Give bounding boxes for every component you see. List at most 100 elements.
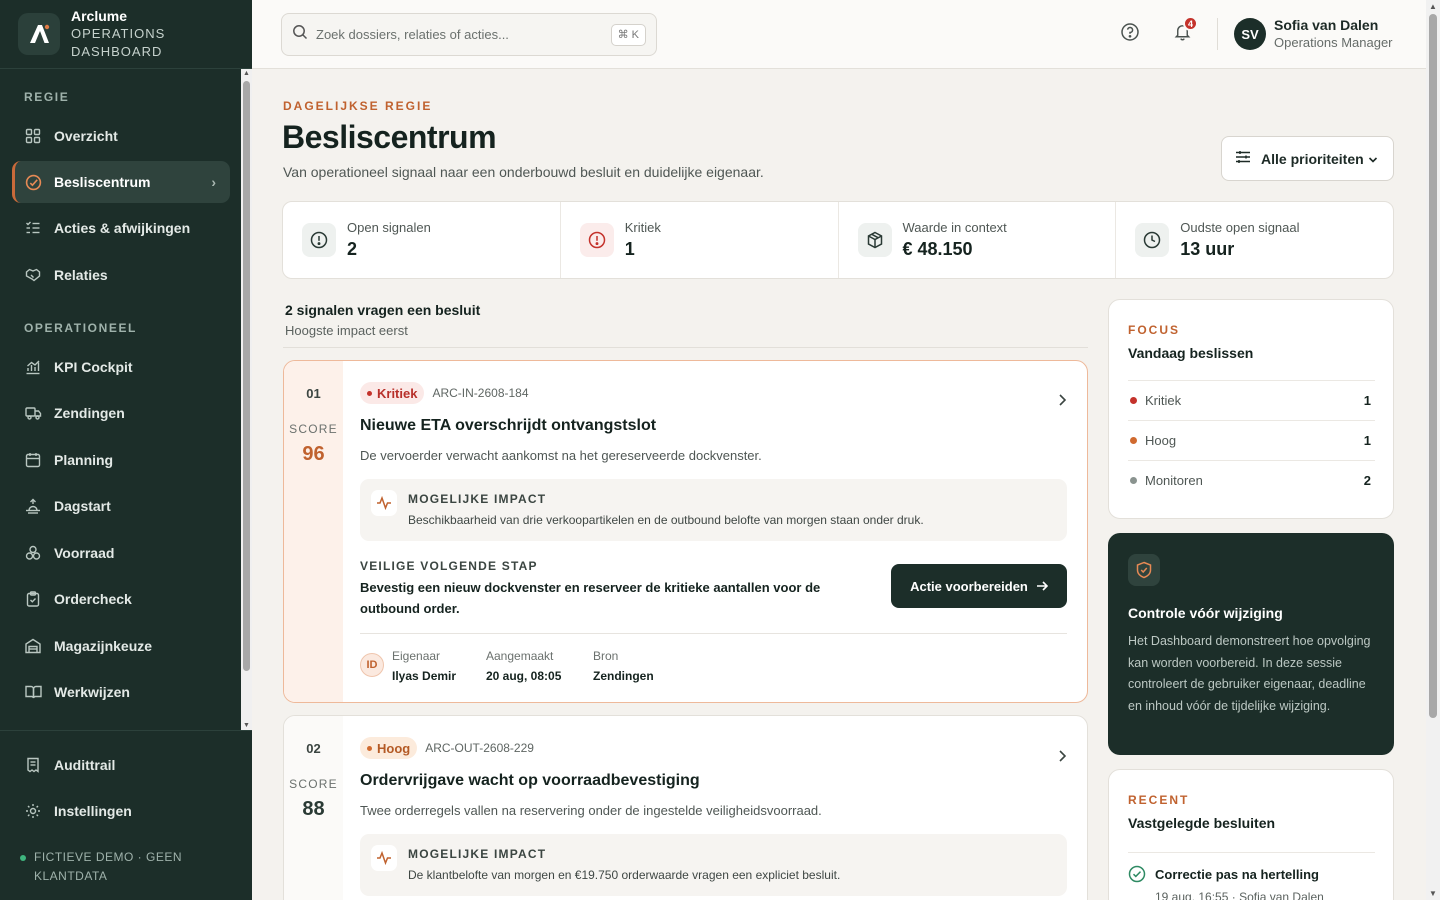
boxes-icon (24, 544, 42, 562)
kpi-strip: Open signalen 2 Kritiek 1 Waarde in contex… (282, 201, 1394, 279)
help-icon (1120, 22, 1140, 47)
notifications-button[interactable]: 4 (1170, 16, 1198, 46)
search-box[interactable]: ⌘ K (281, 13, 657, 56)
sidebar-item-instellingen[interactable]: Instellingen (12, 790, 230, 832)
page-scroll-thumb[interactable] (1429, 14, 1437, 718)
impact-text: De klantbelofte van morgen en €19.750 or… (408, 868, 841, 882)
target-icon (24, 173, 42, 191)
score-value: 96 (302, 443, 325, 465)
scroll-up-icon[interactable]: ▲ (243, 70, 250, 77)
kpi-kritiek: Kritiek 1 (561, 202, 839, 278)
focus-row-hoog[interactable]: Hoog 1 (1128, 420, 1375, 460)
control-panel: Controle vóór wijziging Het Dashboard de… (1108, 533, 1394, 755)
kpi-value: 1 (624, 239, 635, 259)
sidebar-item-ordercheck[interactable]: Ordercheck (12, 578, 230, 620)
sidebar-item-zendingen[interactable]: Zendingen (12, 392, 230, 434)
scroll-up-icon[interactable]: ▲ (1429, 2, 1437, 11)
sidebar-bottom: Audittrail Instellingen FICTIEVE DEMO · … (0, 730, 252, 900)
sidebar-item-label: Relaties (54, 267, 108, 283)
page-eyebrow: DAGELIJKSE REGIE (283, 99, 433, 113)
handshake-icon (24, 266, 42, 284)
page-subtitle: Van operationeel signaal naar een onderb… (283, 164, 764, 180)
impact-label: MOGELIJKE IMPACT (408, 492, 547, 506)
sidebar-item-werkwijzen[interactable]: Werkwijzen (12, 671, 230, 713)
warehouse-icon (24, 637, 42, 655)
topbar: ⌘ K 4 SV Sofia van Dalen Operations Mana… (252, 0, 1426, 69)
page-scrollbar[interactable]: ▲ ▼ (1426, 0, 1440, 900)
section-regie: REGIE (24, 90, 70, 104)
dot-icon (1130, 477, 1137, 484)
sidebar-item-label: Magazijnkeuze (54, 638, 153, 654)
grid-icon (24, 127, 42, 145)
sidebar-item-label: Besliscentrum (54, 174, 151, 190)
sidebar-item-kpi-cockpit[interactable]: KPI Cockpit (12, 346, 230, 388)
open-signal-button[interactable] (1057, 393, 1067, 412)
next-step-text: Bevestig een nieuw dockvenster en reserv… (360, 580, 821, 616)
sidebar-item-label: Werkwijzen (54, 684, 130, 700)
signal-rank: 01 SCORE 96 (284, 361, 343, 702)
brand-sub: OPERATIONS DASHBOARD (71, 25, 166, 59)
divider (283, 347, 1088, 348)
avatar: SV (1234, 18, 1266, 50)
sidebar-item-relaties[interactable]: Relaties (12, 254, 230, 296)
signal-title: Nieuwe ETA overschrijdt ontvangstslot (360, 417, 657, 434)
divider (360, 633, 1067, 634)
signal-title: Ordervrijgave wacht op voorraadbevestigi… (360, 772, 700, 789)
scroll-down-icon[interactable]: ▼ (243, 722, 250, 729)
pulse-icon (371, 490, 397, 516)
signal-card[interactable]: 01 SCORE 96 Kritiek ARC-IN-2608-184 Nieu… (283, 360, 1088, 703)
sidebar-item-overzicht[interactable]: Overzicht (12, 115, 230, 157)
control-text: Het Dashboard demonstreert hoe opvolging… (1128, 634, 1371, 713)
signal-reference: ARC-OUT-2608-229 (425, 741, 534, 755)
chevron-right-icon (1057, 750, 1067, 767)
prepare-action-button[interactable]: Actie voorbereiden (891, 564, 1067, 608)
brand[interactable]: Arclume OPERATIONS DASHBOARD (0, 0, 252, 69)
signal-list-subtitle: Hoogste impact eerst (285, 323, 408, 338)
dot-icon (367, 745, 372, 751)
help-button[interactable] (1118, 22, 1142, 46)
sidebar-item-voorraad[interactable]: Voorraad (12, 532, 230, 574)
sidebar-item-label: Acties & afwijkingen (54, 220, 191, 236)
clipboard-icon (24, 590, 42, 608)
demo-note: FICTIEVE DEMO · GEEN KLANTDATA (20, 848, 220, 886)
sidebar-nav: REGIE Overzicht Besliscentrum › Acties &… (0, 69, 240, 730)
open-signal-button[interactable] (1057, 749, 1067, 768)
sidebar-item-magazijnkeuze[interactable]: Magazijnkeuze (12, 625, 230, 667)
signal-reference: ARC-IN-2608-184 (432, 386, 529, 400)
kpi-value: 13 uur (1180, 239, 1235, 259)
recent-item-meta: 19 aug, 16:55 · Sofia van Dalen (1155, 890, 1324, 900)
sidebar-scroll-thumb[interactable] (243, 81, 250, 671)
scroll-down-icon[interactable]: ▼ (1429, 889, 1437, 898)
search-icon (292, 24, 308, 45)
score-label: SCORE (289, 777, 338, 791)
chevron-down-icon (1368, 151, 1378, 167)
focus-row-monitoren[interactable]: Monitoren 2 (1128, 460, 1375, 500)
sidebar-item-audittrail[interactable]: Audittrail (12, 744, 230, 786)
user-role: Operations Manager (1274, 35, 1393, 50)
sidebar-scrollbar[interactable]: ▲ ▼ (241, 69, 252, 730)
priority-filter-label: Alle prioriteiten (1261, 150, 1364, 167)
signal-card[interactable]: 02 SCORE 88 Hoog ARC-OUT-2608-229 Orderv… (283, 715, 1088, 900)
user-menu[interactable]: SV Sofia van Dalen Operations Manager (1234, 17, 1393, 51)
search-input[interactable] (316, 27, 596, 42)
signal-created: Aangemaakt 20 aug, 08:05 (486, 649, 562, 683)
kpi-waarde: Waarde in context € 48.150 (839, 202, 1117, 278)
sidebar-item-planning[interactable]: Planning (12, 439, 230, 481)
kpi-label: Waarde in context (902, 220, 1007, 235)
check-circle-icon (1128, 865, 1146, 883)
impact-box: MOGELIJKE IMPACT Beschikbaarheid van dri… (360, 479, 1067, 541)
sidebar-item-dagstart[interactable]: Dagstart (12, 485, 230, 527)
dot-icon (1130, 437, 1137, 444)
sidebar-item-besliscentrum[interactable]: Besliscentrum › (12, 161, 230, 203)
priority-filter-button[interactable]: Alle prioriteiten (1221, 136, 1394, 181)
focus-row-kritiek[interactable]: Kritiek 1 (1128, 380, 1375, 420)
alert-circle-icon (302, 223, 336, 257)
signal-list-header: 2 signalen vragen een besluit Hoogste im… (285, 302, 480, 338)
priority-badge: Hoog (360, 737, 418, 759)
recent-decision-item[interactable]: Correctie pas na hertelling 19 aug, 16:5… (1128, 852, 1375, 900)
shield-check-icon (1128, 554, 1160, 586)
impact-label: MOGELIJKE IMPACT (408, 847, 547, 861)
checklist-icon (24, 219, 42, 237)
gear-icon (24, 802, 42, 820)
sidebar-item-acties[interactable]: Acties & afwijkingen (12, 207, 230, 249)
